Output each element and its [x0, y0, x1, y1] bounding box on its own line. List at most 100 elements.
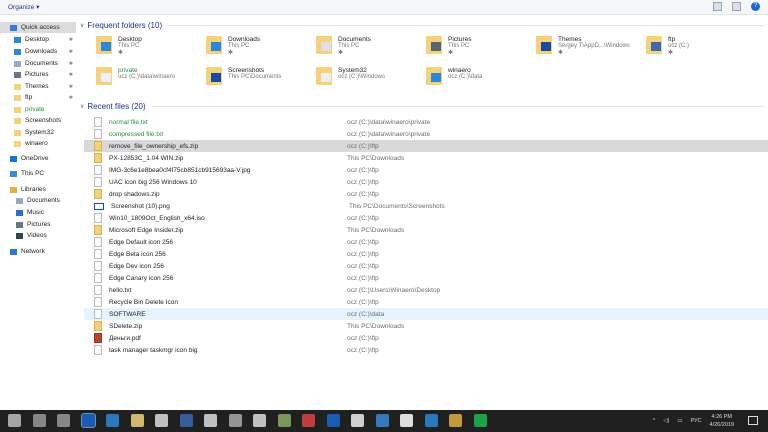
- file-row[interactable]: UAC icon big 256 Windows 10 ocz (C:)\ftp: [84, 176, 768, 188]
- sidebar-item-pictures[interactable]: Pictures: [0, 219, 76, 230]
- file-row[interactable]: Edge Dev icon 256 ocz (C:)\ftp: [84, 260, 768, 272]
- spotify-icon[interactable]: [473, 414, 487, 427]
- folder-tile[interactable]: ftp ocz (C:) ✱: [646, 36, 756, 60]
- pin-icon: ✱: [68, 94, 73, 101]
- navigation-pane: Quick access Desktop ✱ Downloads ✱ Documents ✱…: [0, 16, 76, 410]
- sidebar-item-desktop[interactable]: Desktop ✱: [0, 34, 76, 45]
- save-icon[interactable]: [179, 414, 193, 427]
- file-row[interactable]: Microsoft Edge Insider.zip This PC\Downlo…: [84, 224, 768, 236]
- folder-tile[interactable]: private ocz (C:)\data\winaero: [96, 67, 206, 91]
- file-row[interactable]: task manager taskmgr icon big ocz (C:)\ft…: [84, 344, 768, 356]
- folder-icon: [14, 48, 21, 55]
- folder-icon: [14, 140, 21, 147]
- folder-tile[interactable]: System32 ocz (C:)\Windows: [316, 67, 426, 91]
- zip-file-icon: [94, 189, 102, 199]
- app-icon[interactable]: [302, 414, 315, 427]
- sidebar-item-pictures[interactable]: Pictures ✱: [0, 69, 76, 80]
- file-file-icon: [94, 165, 102, 175]
- folder-tile[interactable]: Themes Sergey T\AppD...\Windows ✱: [536, 36, 646, 60]
- app-icon[interactable]: [277, 414, 291, 427]
- frequent-folders-header[interactable]: ∨ Frequent folders (10): [80, 20, 764, 30]
- task-view-icon[interactable]: [57, 414, 70, 427]
- folder-tile[interactable]: Documents This PC ✱: [316, 36, 426, 60]
- edge-icon[interactable]: [106, 414, 119, 427]
- file-row[interactable]: Edge Beta icon 256 ocz (C:)\ftp: [84, 248, 768, 260]
- pin-icon: ✱: [68, 36, 73, 43]
- file-row[interactable]: Win10_1809Oct_English_x64.iso ocz (C:)\ft…: [84, 212, 768, 224]
- file-row[interactable]: SDelete.zip This PC\Downloads: [84, 320, 768, 332]
- file-row[interactable]: Edge Canary icon 256 ocz (C:)\ftp: [84, 272, 768, 284]
- pin-icon: ✱: [668, 50, 674, 56]
- file-row[interactable]: IMG-3c6e1e8bea0cf4f75cb851cb915693aa-V.j…: [84, 164, 768, 176]
- chevron-up-icon[interactable]: ^: [653, 418, 656, 424]
- folder-tile[interactable]: winaero ocz (C:)\data: [426, 67, 536, 91]
- app-icon[interactable]: [424, 414, 438, 427]
- file-row[interactable]: Деньги.pdf ocz (C:)\ftp: [84, 332, 768, 344]
- sidebar-item-screenshots[interactable]: Screenshots: [0, 115, 76, 126]
- help-icon[interactable]: ?: [751, 2, 760, 11]
- chevron-down-icon: ∨: [80, 22, 85, 29]
- file-row[interactable]: normal file.txt ocz (C:)\data\winaero\pri…: [84, 116, 768, 128]
- explorer-icon[interactable]: [130, 414, 144, 427]
- folder-tile[interactable]: Screenshots This PC\Documents: [206, 67, 316, 91]
- quick-access-view: ∨ Frequent folders (10) Desktop This PC ✱ Do…: [80, 16, 768, 410]
- search-icon[interactable]: [32, 414, 46, 427]
- language-indicator[interactable]: РУС: [691, 418, 702, 424]
- sidebar-item-system32[interactable]: System32: [0, 127, 76, 138]
- app-icon[interactable]: [253, 414, 266, 427]
- sidebar-item-onedrive[interactable]: OneDrive: [0, 153, 76, 164]
- folder-icon: [14, 94, 21, 101]
- folder-icon: [206, 36, 222, 54]
- zip-file-icon: [94, 141, 102, 151]
- store-icon[interactable]: [155, 414, 168, 427]
- file-row[interactable]: SOFTWARE ocz (C:)\data: [84, 308, 768, 320]
- sidebar-item-libraries[interactable]: Libraries: [0, 184, 76, 195]
- sidebar-item-private[interactable]: private: [0, 104, 76, 115]
- app-icon[interactable]: [228, 414, 242, 427]
- file-row[interactable]: drop shadows.zip ocz (C:)\ftp: [84, 188, 768, 200]
- view-options-icon[interactable]: [713, 2, 722, 11]
- recent-files-header[interactable]: ∨ Recent files (20): [80, 101, 764, 111]
- sidebar-item-documents[interactable]: Documents: [0, 195, 76, 206]
- folder-icon: [10, 248, 17, 255]
- folder-icon: [16, 232, 23, 239]
- settings-icon[interactable]: [204, 414, 217, 427]
- network-icon[interactable]: ▭: [677, 418, 682, 424]
- action-center-icon[interactable]: [748, 416, 758, 425]
- app-icon[interactable]: [351, 414, 364, 427]
- file-row[interactable]: compressed file.txt ocz (C:)\data\winaero…: [84, 128, 768, 140]
- sidebar-item-videos[interactable]: Videos: [0, 230, 76, 241]
- file-row[interactable]: hello.txt ocz (C:)\Users\Winaero\Desktop: [84, 284, 768, 296]
- file-row[interactable]: Screenshot (10).png This PC\Documents\Scr…: [84, 200, 768, 212]
- sidebar-item-winaero[interactable]: winaero: [0, 138, 76, 149]
- sidebar-item-network[interactable]: Network: [0, 246, 76, 257]
- app-icon[interactable]: [449, 414, 462, 427]
- file-row[interactable]: Recycle Bin Delete Icon ocz (C:)\ftp: [84, 296, 768, 308]
- volume-icon[interactable]: ◁): [663, 418, 669, 424]
- sidebar-item-documents[interactable]: Documents ✱: [0, 58, 76, 69]
- preview-pane-icon[interactable]: [732, 2, 741, 11]
- file-row[interactable]: Edge Default icon 256 ocz (C:)\ftp: [84, 236, 768, 248]
- clock[interactable]: 4:26 PM 4/26/2019: [710, 413, 734, 429]
- file-row[interactable]: remove_file_ownership_efs.zip ocz (C:)\ft…: [84, 140, 768, 152]
- organize-button[interactable]: Organize ▾: [8, 3, 39, 11]
- folder-tile[interactable]: Downloads This PC ✱: [206, 36, 316, 60]
- sidebar-item-music[interactable]: Music: [0, 207, 76, 218]
- pin-icon: ✱: [228, 50, 234, 56]
- pin-icon: ✱: [68, 48, 73, 55]
- sidebar-item-this-pc[interactable]: This PC: [0, 168, 76, 179]
- winaero-tweaker-icon[interactable]: [80, 413, 96, 428]
- windows-start-icon[interactable]: [8, 414, 21, 427]
- folder-icon: [10, 186, 17, 193]
- sidebar-item-downloads[interactable]: Downloads ✱: [0, 46, 76, 57]
- app-icon[interactable]: [375, 414, 389, 427]
- sidebar-item-themes[interactable]: Themes ✱: [0, 81, 76, 92]
- toolbar: Organize ▾ ?: [0, 0, 768, 15]
- app-icon[interactable]: [326, 414, 340, 427]
- file-row[interactable]: PX-12853C_1.04 WIN.zip This PC\Downloads: [84, 152, 768, 164]
- sidebar-item-quick-access[interactable]: Quick access: [0, 22, 76, 33]
- folder-tile[interactable]: Desktop This PC ✱: [96, 36, 206, 60]
- sidebar-item-ftp[interactable]: ftp ✱: [0, 92, 76, 103]
- folder-tile[interactable]: Pictures This PC ✱: [426, 36, 536, 60]
- app-icon[interactable]: [400, 414, 413, 427]
